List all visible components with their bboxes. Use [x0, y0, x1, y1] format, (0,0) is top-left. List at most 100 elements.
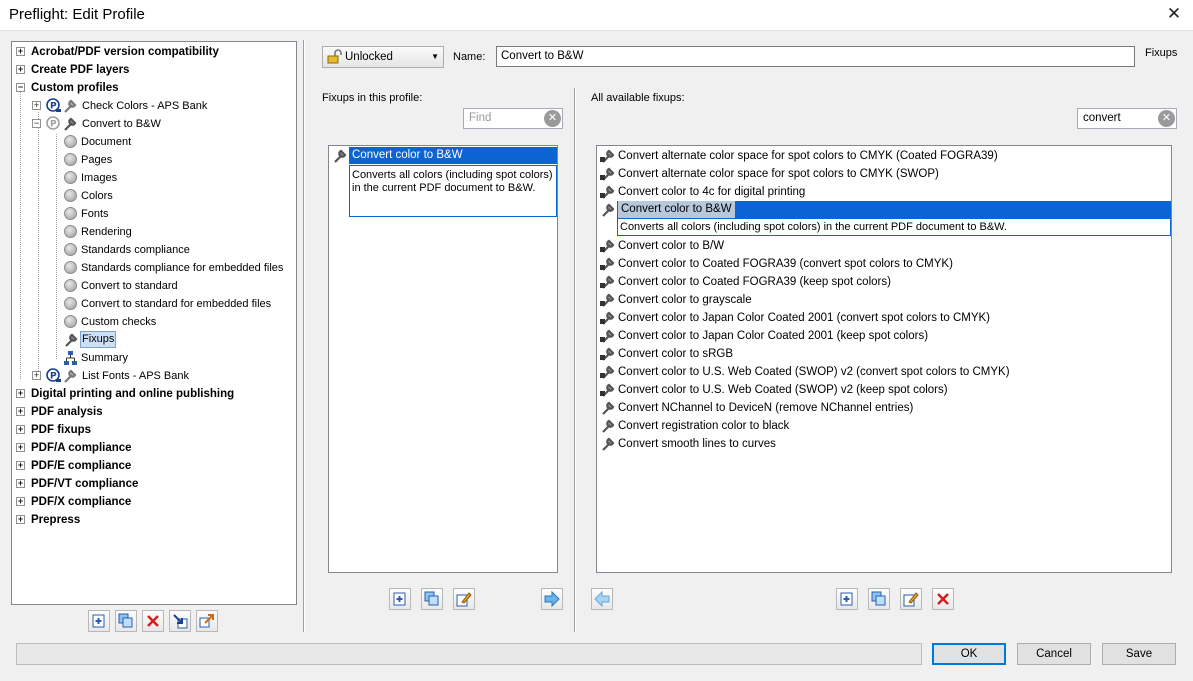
- delete-icon: [147, 615, 159, 627]
- profile-name-field[interactable]: Convert to B&W: [496, 46, 1135, 67]
- svg-text:P: P: [50, 372, 57, 382]
- tree-item-label: Images: [81, 172, 118, 184]
- list-item[interactable]: Convert color to U.S. Web Coated (SWOP) …: [600, 363, 1010, 381]
- list-item[interactable]: Convert color to Japan Color Coated 2001…: [600, 309, 990, 327]
- list-item[interactable]: Convert color to B/W: [600, 237, 724, 255]
- fixup-name: Convert color to grayscale: [618, 294, 752, 306]
- tree-item-label: Convert to B&W: [82, 118, 161, 130]
- list-item[interactable]: Convert color to 4c for digital printing: [600, 183, 805, 201]
- tree-profile-check-colors[interactable]: + P Check Colors - APS Bank: [32, 97, 272, 115]
- list-item[interactable]: Convert color to Coated FOGRA39 (keep sp…: [600, 273, 891, 291]
- available-fixups-label: All available fixups:: [591, 92, 685, 104]
- clear-search-icon[interactable]: ✕: [1158, 110, 1175, 127]
- tree-group-label: Digital printing and online publishing: [31, 388, 235, 400]
- new-available-fixup-button[interactable]: [836, 588, 858, 610]
- tree-item-label: Pages: [81, 154, 113, 166]
- duplicate-available-fixup-button[interactable]: [868, 588, 890, 610]
- tree-profile-list-fonts[interactable]: + P List Fonts - APS Bank: [32, 367, 272, 385]
- clear-search-icon[interactable]: ✕: [544, 110, 561, 127]
- available-fixups-list[interactable]: Convert alternate color space for spot c…: [596, 145, 1172, 573]
- unlocked-icon: [327, 49, 342, 64]
- cancel-button[interactable]: Cancel: [1017, 643, 1091, 665]
- status-circle-icon: [64, 207, 77, 220]
- status-circle-icon: [64, 189, 77, 202]
- status-circle-icon: [64, 225, 77, 238]
- list-item[interactable]: Convert alternate color space for spot c…: [600, 147, 998, 165]
- status-circle-icon: [64, 171, 77, 184]
- tree-item-label: Standards compliance for embedded files: [81, 262, 284, 274]
- list-item[interactable]: Convert alternate color space for spot c…: [600, 165, 939, 183]
- status-circle-icon: [64, 135, 77, 148]
- move-right-button[interactable]: [541, 588, 563, 610]
- separator: [574, 88, 576, 632]
- svg-text:P: P: [50, 102, 57, 112]
- fixup-name: Convert color to 4c for digital printing: [618, 186, 806, 198]
- move-left-button[interactable]: [591, 588, 613, 610]
- tree-group-label: PDF/A compliance: [31, 442, 132, 454]
- fixup-name: Convert color to Japan Color Coated 2001…: [618, 330, 929, 342]
- edit-icon: [456, 592, 472, 607]
- tree-item-label: Custom checks: [81, 316, 157, 328]
- wrench-icon: [64, 99, 77, 113]
- list-item[interactable]: Convert color to grayscale: [600, 291, 752, 309]
- lock-state-label: Unlocked: [345, 51, 393, 63]
- ok-button[interactable]: OK: [932, 643, 1006, 665]
- fixup-name: Convert color to Coated FOGRA39 (convert…: [618, 258, 953, 270]
- list-item[interactable]: Convert NChannel to DeviceN (remove NCha…: [600, 399, 913, 417]
- profile-tree[interactable]: + Acrobat/PDF version compatibility + Crea…: [11, 41, 297, 605]
- duplicate-fixup-button[interactable]: [421, 588, 443, 610]
- tree-profile-convert-bw[interactable]: − P Convert to B&W: [32, 115, 272, 133]
- fixup-name: Convert alternate color space for spot c…: [618, 150, 998, 162]
- fixup-name: Convert color to U.S. Web Coated (SWOP) …: [618, 366, 1010, 378]
- wrench-icon: [602, 437, 615, 451]
- available-search-input[interactable]: convert ✕: [1077, 108, 1177, 129]
- name-label: Name:: [453, 51, 486, 63]
- edit-available-fixup-button[interactable]: [900, 588, 922, 610]
- svg-text:P: P: [50, 120, 57, 130]
- delete-profile-button[interactable]: [142, 610, 164, 632]
- lock-icon: [600, 319, 605, 324]
- tree-item-label: Convert to standard: [81, 280, 178, 292]
- list-item[interactable]: Convert registration color to black: [600, 417, 789, 435]
- arrow-left-icon: [594, 591, 610, 607]
- lock-state-dropdown[interactable]: Unlocked ▼: [322, 46, 444, 68]
- status-circle-icon: [64, 153, 77, 166]
- edit-icon: [903, 592, 919, 607]
- list-item[interactable]: Convert color to Coated FOGRA39 (convert…: [600, 255, 953, 273]
- status-circle-icon: [64, 261, 77, 274]
- window-title: Preflight: Edit Profile: [9, 6, 145, 23]
- import-profile-button[interactable]: [169, 610, 191, 632]
- preflight-icon: P: [46, 98, 61, 112]
- list-item-selected[interactable]: Convert color to B&W: [600, 201, 1171, 219]
- new-profile-button[interactable]: [88, 610, 110, 632]
- list-item[interactable]: Convert smooth lines to curves: [600, 435, 776, 453]
- list-item[interactable]: Convert color to B&W: [332, 147, 557, 165]
- close-icon[interactable]: ✕: [1164, 4, 1184, 24]
- edit-fixup-button[interactable]: [453, 588, 475, 610]
- profile-fixups-list[interactable]: Convert color to B&W Converts all colors…: [328, 145, 558, 573]
- search-value: convert: [1083, 112, 1121, 124]
- section-title: Fixups: [1145, 47, 1178, 59]
- list-item[interactable]: Convert color to sRGB: [600, 345, 733, 363]
- tree-group-label: PDF analysis: [31, 406, 103, 418]
- delete-available-fixup-button[interactable]: [932, 588, 954, 610]
- status-circle-icon: [64, 297, 77, 310]
- import-icon: [173, 614, 188, 629]
- wrench-icon: [602, 419, 615, 433]
- lock-icon: [600, 193, 605, 198]
- chevron-down-icon: ▼: [431, 52, 439, 61]
- lock-icon: [600, 301, 605, 306]
- duplicate-icon: [118, 613, 133, 628]
- new-fixup-button[interactable]: [389, 588, 411, 610]
- find-input[interactable]: Find ✕: [463, 108, 563, 129]
- tree-item-label: List Fonts - APS Bank: [82, 370, 189, 382]
- tree-item-label: Fixups: [80, 331, 117, 348]
- new-icon: [393, 592, 406, 606]
- tree-group-label: PDF/VT compliance: [31, 478, 139, 490]
- export-profile-button[interactable]: [196, 610, 218, 632]
- duplicate-profile-button[interactable]: [115, 610, 137, 632]
- save-button[interactable]: Save: [1102, 643, 1176, 665]
- list-item[interactable]: Convert color to U.S. Web Coated (SWOP) …: [600, 381, 948, 399]
- fixup-name: Convert color to B/W: [618, 240, 725, 252]
- list-item[interactable]: Convert color to Japan Color Coated 2001…: [600, 327, 928, 345]
